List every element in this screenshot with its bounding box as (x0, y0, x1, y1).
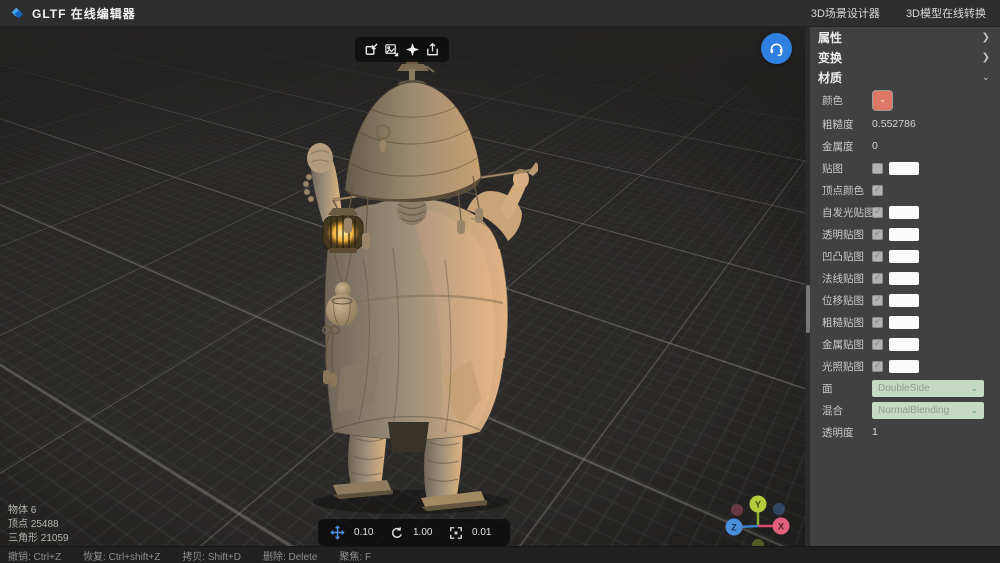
color-swatch[interactable]: ⌄ (872, 90, 893, 111)
support-button[interactable] (761, 33, 792, 64)
chevron-down-icon: ⌄ (970, 405, 978, 416)
section-transform[interactable]: 变换 ❯ (810, 47, 1000, 67)
stat-triangles: 三角形 21059 (8, 532, 69, 546)
material-row-metalness: 金属度 0 (810, 135, 1000, 157)
material-row-alpha-map: 透明贴图 (810, 223, 1000, 245)
chevron-right-icon: ❯ (982, 32, 990, 43)
scene-stats: 物体 6 顶点 25488 三角形 21059 (8, 504, 69, 546)
chevron-right-icon: ❯ (982, 52, 990, 63)
material-row-side: 面 DoubleSide ⌄ (810, 377, 1000, 399)
axis-y-label: Y (755, 500, 761, 510)
map-slot[interactable] (889, 316, 919, 329)
export-upload-icon[interactable] (425, 42, 441, 58)
material-row-light-map: 光照贴图 (810, 355, 1000, 377)
material-row-map: 贴图 (810, 157, 1000, 179)
panel-scrollbar-thumb[interactable] (806, 285, 810, 333)
chevron-down-icon: ⌄ (879, 95, 887, 104)
map-slot[interactable] (889, 272, 919, 285)
headset-icon (768, 40, 785, 57)
shortcut-undo: 撤销: Ctrl+Z (8, 548, 61, 563)
shortcut-redo: 恢复: Ctrl+shift+Z (83, 548, 160, 563)
material-row-displacement-map: 位移贴图 (810, 289, 1000, 311)
axis-neg-z[interactable] (773, 503, 785, 515)
viewport-toolbar (355, 37, 449, 62)
viewport-3d[interactable]: 物体 6 顶点 25488 三角形 21059 0.10 (0, 27, 805, 546)
map-slot[interactable] (889, 228, 919, 241)
chevron-down-icon: ⌄ (970, 383, 978, 394)
model-statue[interactable] (293, 58, 538, 520)
properties-panel: 属性 ❯ 变换 ❯ 材质 ⌄ 颜色 ⌄ 粗糙度 0.552786 金属度 0 贴… (810, 27, 1000, 546)
scale-snap-value[interactable]: 0.01 (472, 527, 498, 538)
scale-icon[interactable] (448, 525, 463, 540)
brand: GLTF 在线编辑器 (0, 5, 136, 22)
material-row-blending: 混合 NormalBlending ⌄ (810, 399, 1000, 421)
normal-map-checkbox[interactable] (872, 273, 883, 284)
top-links: 3D场景设计器 3D模型在线转换 (811, 5, 1000, 21)
light-sparkle-icon[interactable] (404, 42, 420, 58)
material-row-opacity: 透明度 1 (810, 421, 1000, 443)
axis-x-label: X (778, 522, 784, 532)
map-slot[interactable] (889, 250, 919, 263)
transform-toolbar: 0.10 1.00 0.01 (318, 519, 510, 546)
translate-snap-value[interactable]: 0.10 (354, 527, 380, 538)
map-slot[interactable] (889, 294, 919, 307)
app-logo-icon (10, 6, 25, 21)
axis-z-label: Z (731, 523, 737, 533)
section-material[interactable]: 材质 ⌄ (810, 67, 1000, 87)
link-model-converter[interactable]: 3D模型在线转换 (906, 5, 986, 21)
opacity-value[interactable]: 1 (872, 426, 878, 438)
link-scene-designer[interactable]: 3D场景设计器 (811, 5, 880, 21)
material-row-roughness: 粗糙度 0.552786 (810, 113, 1000, 135)
metalness-map-checkbox[interactable] (872, 339, 883, 350)
shortcut-duplicate: 拷贝: Shift+D (182, 548, 241, 563)
emissive-map-checkbox[interactable] (872, 207, 883, 218)
material-row-emissive-map: 自发光贴图 (810, 201, 1000, 223)
map-slot[interactable] (889, 360, 919, 373)
side-select[interactable]: DoubleSide ⌄ (872, 380, 984, 397)
alpha-map-checkbox[interactable] (872, 229, 883, 240)
map-slot[interactable] (889, 162, 919, 175)
import-model-icon[interactable] (363, 42, 379, 58)
material-row-metalness-map: 金属贴图 (810, 333, 1000, 355)
stat-vertices: 顶点 25488 (8, 518, 69, 532)
axis-neg-x[interactable] (731, 504, 743, 516)
shortcut-focus: 聚焦: F (339, 548, 371, 563)
rotate-snap-value[interactable]: 1.00 (413, 527, 439, 538)
map-checkbox[interactable] (872, 163, 883, 174)
chevron-down-icon: ⌄ (982, 72, 990, 83)
roughness-map-checkbox[interactable] (872, 317, 883, 328)
material-row-vertex-color: 顶点颜色 (810, 179, 1000, 201)
section-properties[interactable]: 属性 ❯ (810, 27, 1000, 47)
axis-gizmo[interactable]: Y X Z (720, 493, 796, 546)
status-bar: 撤销: Ctrl+Z 恢复: Ctrl+shift+Z 拷贝: Shift+D … (0, 546, 1000, 563)
axis-neg-y[interactable] (752, 539, 764, 546)
light-map-checkbox[interactable] (872, 361, 883, 372)
app-title: GLTF 在线编辑器 (32, 5, 136, 22)
vertex-color-checkbox[interactable] (872, 185, 883, 196)
displacement-map-checkbox[interactable] (872, 295, 883, 306)
bump-map-checkbox[interactable] (872, 251, 883, 262)
map-slot[interactable] (889, 206, 919, 219)
roughness-value[interactable]: 0.552786 (872, 118, 916, 130)
metalness-value[interactable]: 0 (872, 140, 878, 152)
material-row-roughness-map: 粗糙贴图 (810, 311, 1000, 333)
workspace: 物体 6 顶点 25488 三角形 21059 0.10 (0, 27, 1000, 546)
export-image-icon[interactable] (384, 42, 400, 58)
stat-objects: 物体 6 (8, 504, 69, 518)
map-slot[interactable] (889, 338, 919, 351)
material-row-bump-map: 凹凸贴图 (810, 245, 1000, 267)
move-icon[interactable] (330, 525, 345, 540)
material-row-normal-map: 法线贴图 (810, 267, 1000, 289)
top-bar: GLTF 在线编辑器 3D场景设计器 3D模型在线转换 (0, 0, 1000, 27)
rotate-icon[interactable] (389, 525, 404, 540)
shortcut-delete: 删除: Delete (263, 548, 317, 563)
material-row-color: 颜色 ⌄ (810, 87, 1000, 113)
blending-select[interactable]: NormalBlending ⌄ (872, 402, 984, 419)
